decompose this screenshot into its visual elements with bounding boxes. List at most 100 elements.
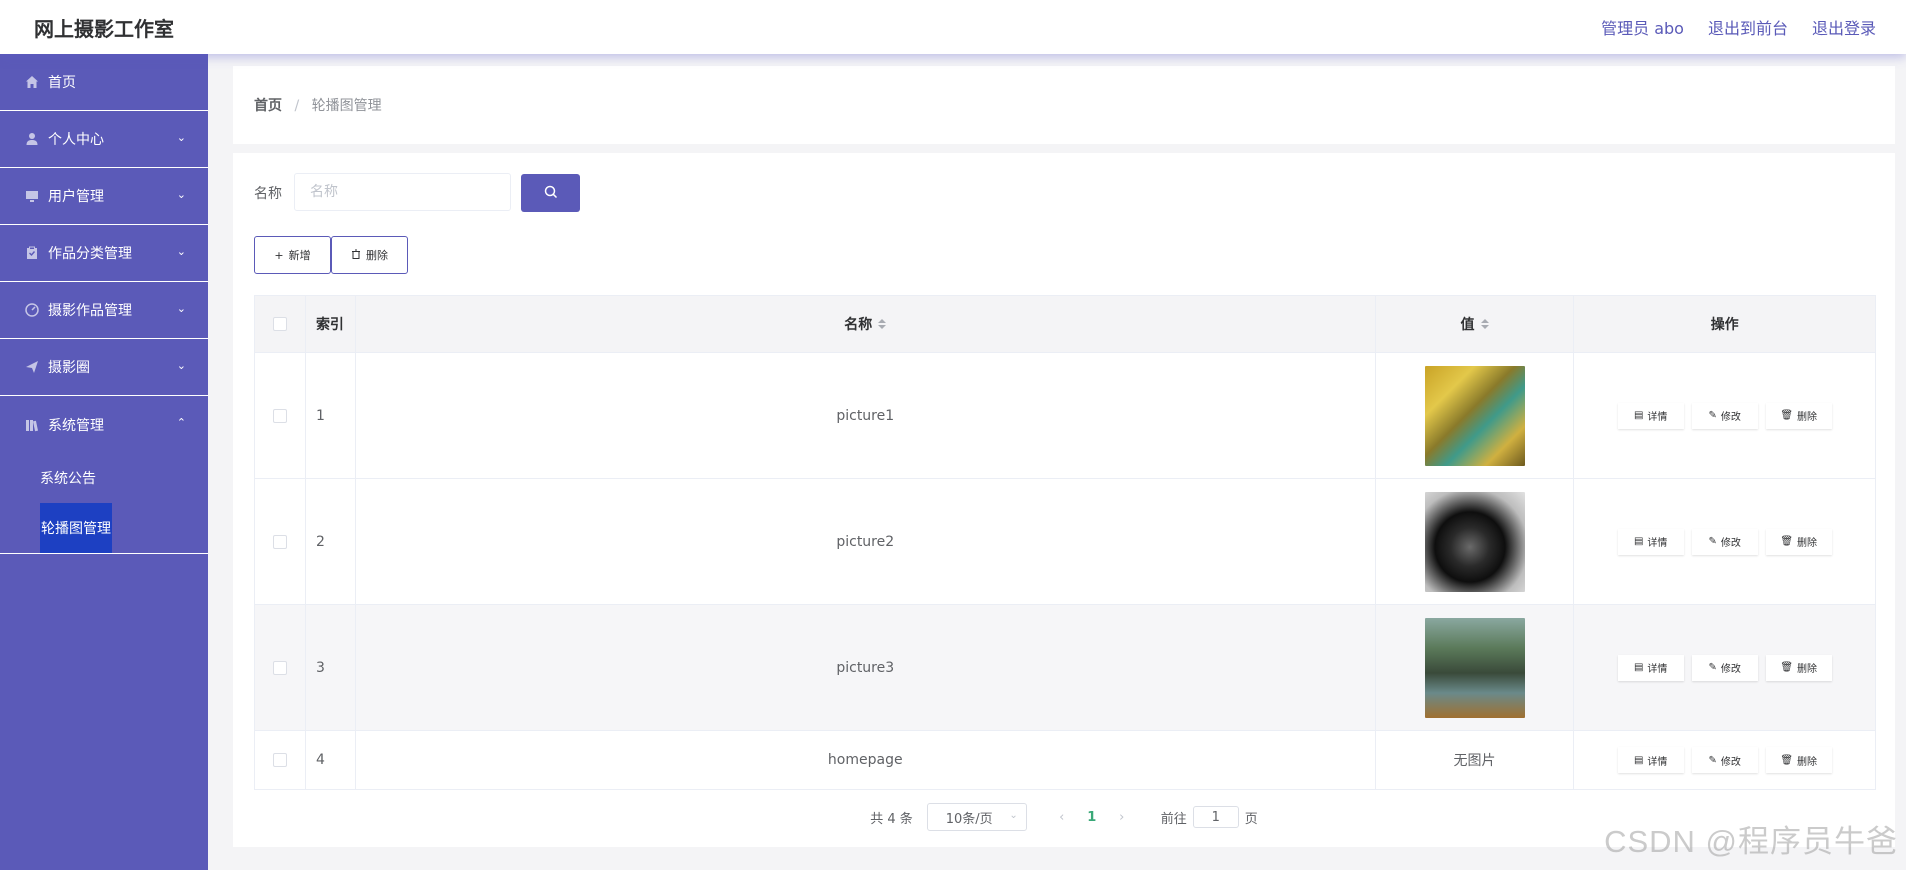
carousel-thumbnail[interactable] [1424,491,1525,592]
batch-delete-button-label: 删除 [366,249,388,262]
content-card: 名称 + 新增 删除 索引 名称 值 操作 [233,153,1895,847]
edit-button[interactable]: ✎ 修改 [1691,747,1758,773]
detail-button[interactable]: ▤ 详情 [1617,528,1684,555]
row-check-cell [255,479,306,604]
search-button[interactable] [521,174,580,212]
trash-icon: 🗑 [1780,662,1794,673]
chevron-down-icon: ⌄ [176,245,186,258]
row-checkbox[interactable] [272,408,287,423]
trash-icon: 🗑 [1780,754,1794,766]
row-checkbox[interactable] [272,753,287,767]
select-all-checkbox[interactable] [272,317,287,331]
system-submenu: 系统公告 轮播图管理 [0,453,208,554]
sidebar-item-system-management[interactable]: 系统管理 ⌃ [0,396,208,453]
library-icon [25,418,39,432]
sidebar-subitem-label: 系统公告 [40,471,96,487]
page-size-value: 10条/页 [945,811,993,827]
column-header-name[interactable]: 名称 [356,296,1376,352]
trash-icon [351,249,361,262]
row-ops: ▤ 详情 ✎ 修改 🗑 删除 [1574,479,1875,604]
sidebar-item-user-management[interactable]: 用户管理 ⌄ [0,168,208,225]
sidebar-item-label: 用户管理 [48,189,104,205]
page-size-select[interactable]: 10条/页 ⌄ [926,803,1027,831]
row-name: picture1 [356,353,1376,478]
carousel-thumbnail[interactable] [1424,617,1525,718]
pencil-icon: ✎ [1708,410,1717,421]
edit-button-label: 修改 [1720,538,1741,549]
sidebar-item-label: 个人中心 [48,132,104,148]
edit-button[interactable]: ✎ 修改 [1691,402,1758,429]
logout-link[interactable]: 退出登录 [1812,15,1876,39]
delete-button[interactable]: 🗑 删除 [1765,402,1832,429]
document-icon: ▤ [1633,410,1644,421]
sidebar-item-photo-circle[interactable]: 摄影圈 ⌄ [0,339,208,396]
sidebar-item-photo-works-management[interactable]: 摄影作品管理 ⌄ [0,282,208,339]
document-icon: ▤ [1633,536,1644,547]
detail-button-label: 详情 [1647,412,1668,423]
carousel-thumbnail[interactable] [1424,365,1525,466]
row-checkbox[interactable] [272,534,287,549]
row-ops: ▤ 详情 ✎ 修改 🗑 删除 [1574,353,1875,478]
document-icon: ▤ [1633,662,1644,673]
add-button[interactable]: + 新增 [254,236,331,274]
add-button-label: 新增 [288,249,311,262]
page-number-current[interactable]: 1 [1077,810,1107,825]
goto-page: 前往 页 [1161,806,1258,828]
column-header-ops: 操作 [1710,317,1739,333]
delete-button[interactable]: 🗑 删除 [1765,528,1832,555]
delete-button-label: 删除 [1797,538,1818,549]
row-index: 1 [306,353,356,478]
sort-icon[interactable] [1480,319,1489,329]
detail-button-label: 详情 [1647,538,1668,549]
delete-button[interactable]: 🗑 删除 [1765,654,1832,681]
search-input[interactable] [294,173,511,211]
detail-button[interactable]: ▤ 详情 [1617,747,1684,773]
search-icon [544,185,558,202]
column-header-value[interactable]: 值 [1376,296,1575,352]
row-value-cell [1376,479,1575,604]
chevron-down-icon: ⌄ [176,359,186,372]
detail-button-label: 详情 [1647,756,1668,768]
header-check-cell [255,296,306,352]
trash-icon: 🗑 [1780,536,1794,547]
sidebar-subitem-carousel-management[interactable]: 轮播图管理 [0,503,208,553]
sidebar-item-personal-center[interactable]: 个人中心 ⌄ [0,111,208,168]
sidebar-item-label: 摄影作品管理 [48,303,132,319]
trash-icon: 🗑 [1780,410,1794,421]
sidebar-item-label: 首页 [48,75,76,91]
delete-button-label: 删除 [1797,756,1818,768]
document-icon: ▤ [1633,754,1644,766]
table-row: 1 picture1 ▤ 详情 ✎ 修改 🗑 删除 [255,352,1875,478]
next-page-button[interactable]: › [1107,810,1137,825]
detail-button[interactable]: ▤ 详情 [1617,402,1684,429]
prev-page-button[interactable]: ‹ [1047,810,1077,825]
admin-user-link[interactable]: 管理员 abo [1601,15,1684,39]
row-index: 2 [306,479,356,604]
sidebar-item-category-management[interactable]: 作品分类管理 ⌄ [0,225,208,282]
pagination-total: 共 4 条 [870,811,913,827]
table-row: 2 picture2 ▤ 详情 ✎ 修改 🗑 删除 [255,478,1875,604]
delete-button[interactable]: 🗑 删除 [1765,747,1832,773]
delete-button-label: 删除 [1797,412,1818,423]
pencil-icon: ✎ [1708,662,1717,673]
row-checkbox[interactable] [272,660,287,675]
batch-delete-button[interactable]: 删除 [331,236,408,274]
row-index: 3 [306,605,356,730]
row-check-cell [255,353,306,478]
edit-button[interactable]: ✎ 修改 [1691,654,1758,681]
delete-button-label: 删除 [1797,664,1818,675]
chevron-down-icon: ⌄ [176,188,186,201]
back-to-front-link[interactable]: 退出到前台 [1708,15,1788,39]
column-header-value-label: 值 [1460,317,1475,333]
breadcrumb-home-link[interactable]: 首页 [254,98,282,114]
row-check-cell [255,605,306,730]
detail-button[interactable]: ▤ 详情 [1617,654,1684,681]
sidebar-item-home[interactable]: 首页 [0,54,208,111]
sort-icon[interactable] [878,319,887,329]
goto-page-input[interactable] [1192,806,1239,828]
sidebar-item-label: 摄影圈 [48,360,90,376]
sidebar-subitem-announcements[interactable]: 系统公告 [0,453,208,503]
send-icon [25,360,39,374]
row-ops: ▤ 详情 ✎ 修改 🗑 删除 [1574,605,1875,730]
edit-button[interactable]: ✎ 修改 [1691,528,1758,555]
